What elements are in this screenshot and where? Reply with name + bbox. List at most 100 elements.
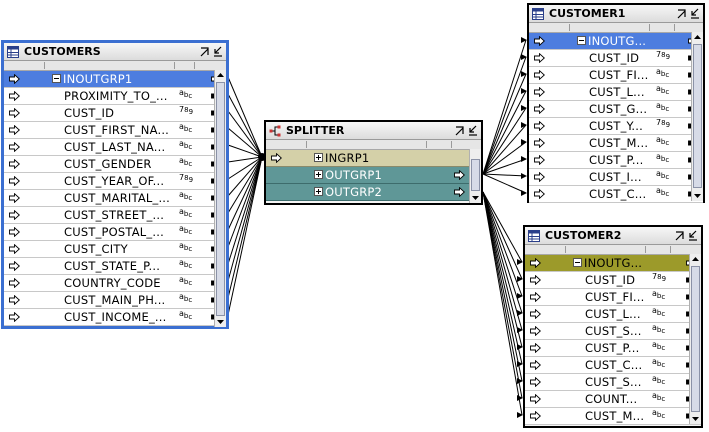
collapse-icon[interactable] <box>573 258 582 267</box>
attribute-row[interactable]: CUST_STREET_... abc <box>4 207 226 224</box>
vertical-scrollbar[interactable] <box>214 70 226 327</box>
attribute-row[interactable]: CUST_ID 789 <box>529 50 703 67</box>
connector-splitter-to-customer1 <box>482 73 527 175</box>
customers-operator[interactable]: CUSTOMERS INOUTGRP1 PROXIMITY_TO_... abc C… <box>1 40 229 329</box>
group-label: INOUTGRP1 <box>63 72 133 86</box>
text-type-icon: abc <box>179 275 193 288</box>
expand-icon[interactable] <box>314 187 323 196</box>
attribute-name: CUST_Y... <box>589 119 643 133</box>
scroll-down-icon[interactable] <box>470 192 481 203</box>
maximize-icon[interactable] <box>677 8 687 19</box>
customer2-operator[interactable]: CUSTOMER2 INOUTG... CUST_ID 789 CUST_FI...… <box>523 225 703 428</box>
group-row-ingrp1[interactable]: INGRP1 <box>266 150 481 167</box>
scroll-up-icon[interactable] <box>690 254 701 265</box>
collapse-icon[interactable] <box>52 74 61 83</box>
attribute-row[interactable]: CUST_P... abc <box>529 152 703 169</box>
numeric-type-icon: 789 <box>179 105 194 117</box>
maximize-icon[interactable] <box>675 230 685 241</box>
attribute-row[interactable]: CUST_FI... abc <box>529 67 703 84</box>
maximize-icon[interactable] <box>200 46 210 57</box>
attribute-name: CUST_S... <box>585 324 642 338</box>
attribute-name: CUST_STATE_P... <box>64 259 161 273</box>
text-type-icon: abc <box>179 156 193 169</box>
attribute-row[interactable]: CUST_S... abc <box>525 374 701 391</box>
attribute-row[interactable]: COUNTRY_CODE abc <box>4 275 226 292</box>
vertical-scrollbar[interactable] <box>691 32 703 201</box>
attribute-row[interactable]: CUST_CITY abc <box>4 241 226 258</box>
attribute-row[interactable]: CUST_FI... abc <box>525 289 701 306</box>
attribute-name: CUST_ID <box>585 273 636 287</box>
output-arrow-icon <box>454 187 465 197</box>
input-arrow-icon <box>534 104 545 114</box>
text-type-icon: abc <box>652 323 666 336</box>
expand-icon[interactable] <box>314 153 323 162</box>
attribute-row[interactable]: CUST_G... abc <box>529 101 703 118</box>
connector-customers-to-splitter <box>227 156 263 248</box>
connector-customers-to-splitter <box>227 156 263 163</box>
attribute-row[interactable]: CUST_L... abc <box>529 84 703 101</box>
attribute-row[interactable]: CUST_GENDER abc <box>4 156 226 173</box>
group-row-outgrp1[interactable]: OUTGRP1 <box>266 167 481 184</box>
group-row-inoutg[interactable]: INOUTG... <box>529 33 703 50</box>
connector-customers-to-splitter <box>227 156 263 265</box>
attribute-row[interactable]: CUST_M... abc <box>529 135 703 152</box>
group-row-outgrp2[interactable]: OUTGRP2 <box>266 184 481 201</box>
column-header <box>266 140 481 150</box>
attribute-row[interactable]: CUST_ID 789 <box>4 105 226 122</box>
maximize-icon[interactable] <box>455 125 465 136</box>
splitter-operator[interactable]: SPLITTER INGRP1 OUTGRP1 OUTGRP2 <box>264 120 483 205</box>
attribute-row[interactable]: CUST_I... abc <box>529 169 703 186</box>
vertical-scrollbar[interactable] <box>469 149 481 203</box>
group-row-inoutg[interactable]: INOUTG... <box>525 255 701 272</box>
splitter-header[interactable]: SPLITTER <box>266 122 481 140</box>
customer1-operator[interactable]: CUSTOMER1 INOUTG... CUST_ID 789 CUST_FI...… <box>527 3 705 203</box>
attribute-row[interactable]: CUST_STATE_P... abc <box>4 258 226 275</box>
attribute-row[interactable]: CUST_P... abc <box>525 340 701 357</box>
input-arrow-icon <box>9 312 20 322</box>
minimize-icon[interactable] <box>468 125 478 136</box>
attribute-row[interactable]: CUST_FIRST_NA... abc <box>4 122 226 139</box>
attribute-row[interactable]: CUST_Y... 789 <box>529 118 703 135</box>
attribute-row[interactable]: CUST_POSTAL_... abc <box>4 224 226 241</box>
input-arrow-icon <box>9 295 20 305</box>
attribute-name: CUST_P... <box>589 153 644 167</box>
attribute-row[interactable]: COUNT... abc <box>525 391 701 408</box>
scroll-up-icon[interactable] <box>692 32 703 43</box>
connector-splitter-to-customer2 <box>482 191 523 416</box>
attribute-row[interactable]: CUST_ID 789 <box>525 272 701 289</box>
scroll-down-icon[interactable] <box>215 316 226 327</box>
attribute-name: CUST_STREET_... <box>64 208 165 222</box>
node-title: CUSTOMER1 <box>549 7 626 20</box>
group-row-inoutgrp1[interactable]: INOUTGRP1 <box>4 71 226 88</box>
attribute-row[interactable]: PROXIMITY_TO_... abc <box>4 88 226 105</box>
connector-splitter-to-customer1 <box>482 56 527 175</box>
numeric-type-icon: 789 <box>656 50 671 62</box>
attribute-row[interactable]: CUST_MAIN_PH... abc <box>4 292 226 309</box>
minimize-icon[interactable] <box>690 8 700 19</box>
customer2-header[interactable]: CUSTOMER2 <box>525 227 701 245</box>
expand-icon[interactable] <box>314 170 323 179</box>
attribute-row[interactable]: CUST_C... abc <box>525 357 701 374</box>
input-arrow-icon <box>534 36 545 46</box>
collapse-icon[interactable] <box>577 36 586 45</box>
scroll-down-icon[interactable] <box>690 413 701 424</box>
attribute-row[interactable]: CUST_C... abc <box>529 186 703 203</box>
attribute-row[interactable]: CUST_L... abc <box>525 306 701 323</box>
scroll-up-icon[interactable] <box>215 70 226 81</box>
input-arrow-icon <box>9 125 20 135</box>
input-arrow-icon <box>9 108 20 118</box>
attribute-row[interactable]: CUST_MARITAL_... abc <box>4 190 226 207</box>
attribute-row[interactable]: CUST_LAST_NA... abc <box>4 139 226 156</box>
attribute-row[interactable]: CUST_S... abc <box>525 323 701 340</box>
attribute-row[interactable]: CUST_YEAR_OF... 789 <box>4 173 226 190</box>
minimize-icon[interactable] <box>688 230 698 241</box>
vertical-scrollbar[interactable] <box>689 254 701 424</box>
attribute-row[interactable]: CUST_M... abc <box>525 408 701 425</box>
scroll-down-icon[interactable] <box>692 190 703 201</box>
customer1-header[interactable]: CUSTOMER1 <box>529 5 703 23</box>
minimize-icon[interactable] <box>213 46 223 57</box>
attribute-name: CUST_M... <box>589 136 649 150</box>
customers-header[interactable]: CUSTOMERS <box>4 43 226 61</box>
text-type-icon: abc <box>179 88 193 101</box>
attribute-row[interactable]: CUST_INCOME_... abc <box>4 309 226 326</box>
